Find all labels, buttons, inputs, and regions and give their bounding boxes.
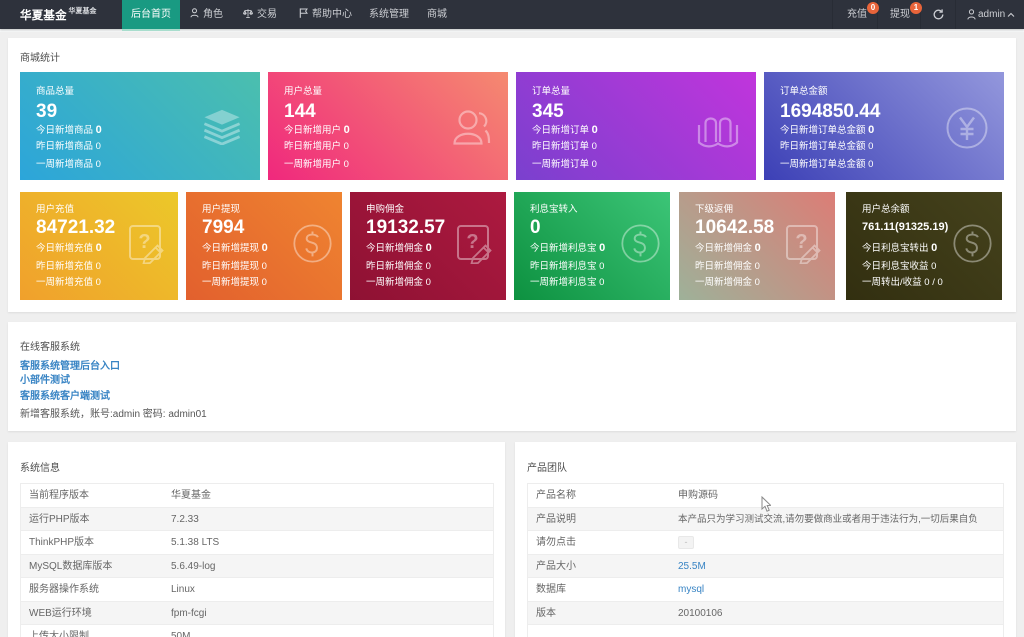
svg-text:?: ?: [466, 231, 478, 253]
svg-text:?: ?: [138, 231, 150, 253]
svg-text:?: ?: [795, 231, 807, 253]
